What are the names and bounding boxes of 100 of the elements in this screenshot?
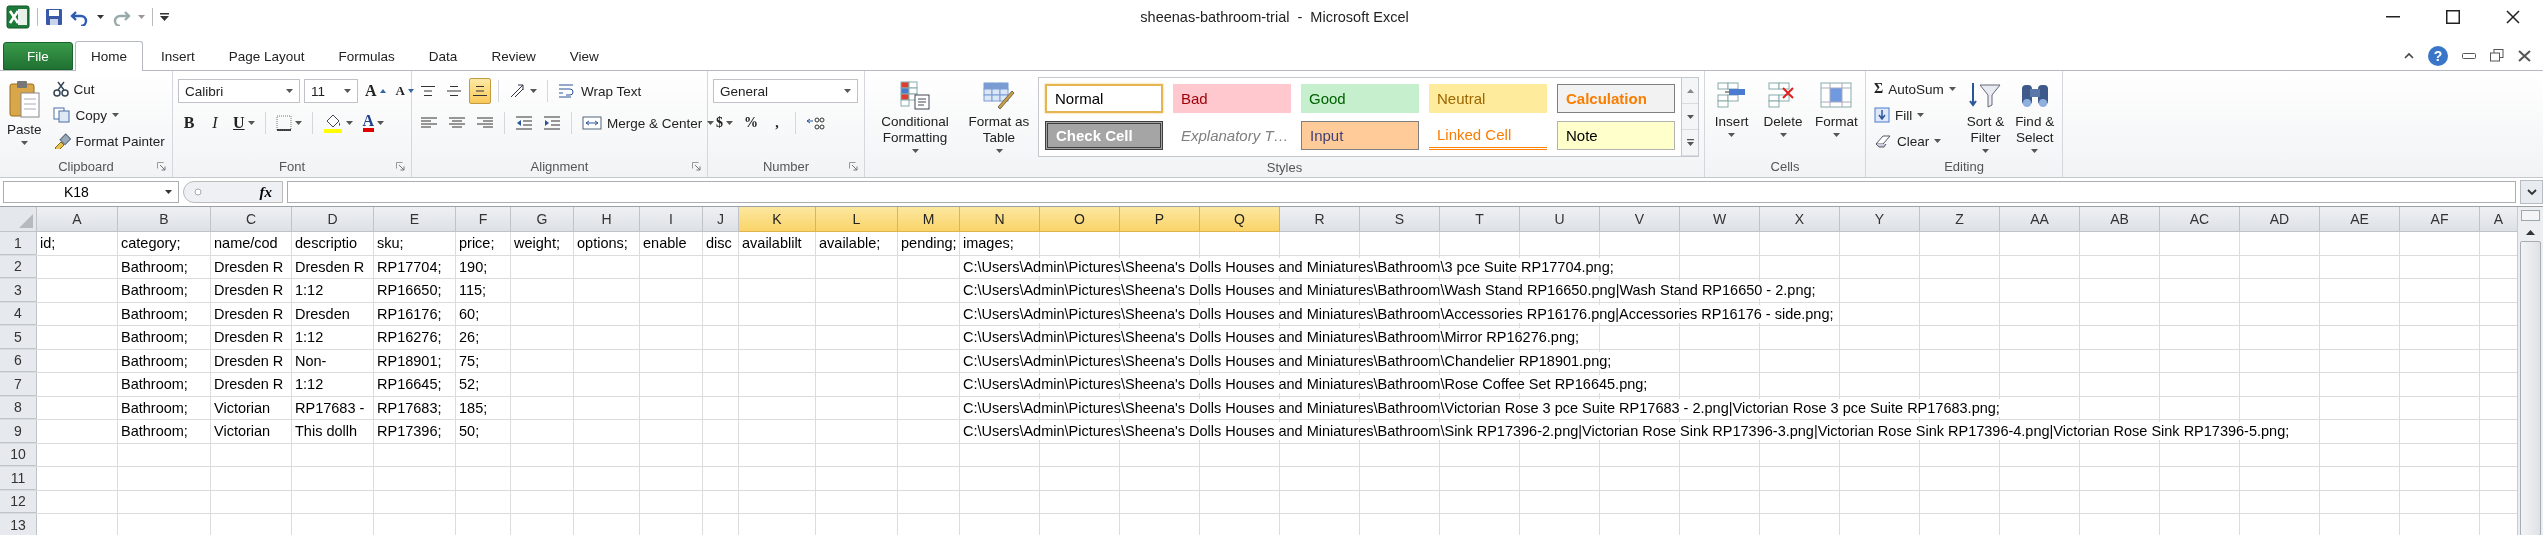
cell-style-option[interactable]: Normal: [1045, 84, 1163, 113]
column-header[interactable]: L: [816, 207, 898, 232]
close-icon: [2506, 10, 2520, 24]
clear-button[interactable]: Clear: [1871, 129, 1959, 153]
ribbon-tab[interactable]: Insert: [145, 41, 211, 70]
row-header[interactable]: 5: [0, 326, 37, 349]
caret-icon: [97, 15, 104, 19]
cell-style-option[interactable]: Good: [1301, 84, 1419, 113]
column-header[interactable]: F: [456, 207, 511, 232]
column-header[interactable]: A: [2480, 207, 2517, 232]
sort-filter-button[interactable]: Sort & Filter: [1964, 77, 2007, 155]
column-header[interactable]: X: [1760, 207, 1840, 232]
column-header[interactable]: M: [898, 207, 960, 232]
cell-style-option[interactable]: Neutral: [1429, 84, 1547, 113]
column-header[interactable]: R: [1280, 207, 1360, 232]
column-header[interactable]: J: [703, 207, 739, 232]
cell-style-option[interactable]: Bad: [1173, 84, 1291, 113]
format-painter-button[interactable]: Format Painter: [49, 129, 168, 153]
ribbon-tab[interactable]: Home: [75, 41, 143, 71]
column-header[interactable]: P: [1120, 207, 1200, 232]
font-name-dropdown[interactable]: Calibri: [178, 79, 300, 103]
underline-button[interactable]: U: [230, 110, 258, 136]
row-header[interactable]: 12: [0, 490, 37, 513]
align-bottom-button[interactable]: [469, 78, 491, 104]
row-header[interactable]: 8: [0, 396, 37, 419]
column-header[interactable]: AD: [2240, 207, 2320, 232]
down-triangle-icon: [407, 89, 414, 93]
ribbon-tab[interactable]: Formulas: [322, 41, 411, 70]
row-header[interactable]: 11: [0, 467, 37, 490]
fill-button[interactable]: Fill: [1871, 103, 1959, 127]
column-header[interactable]: W: [1680, 207, 1760, 232]
cell-style-option[interactable]: Input: [1301, 121, 1419, 150]
insert-function-button[interactable]: fx: [183, 181, 283, 203]
file-tab[interactable]: File: [3, 42, 73, 70]
insert-cells-button[interactable]: Insert: [1710, 77, 1754, 139]
comma-style-button[interactable]: ,: [766, 110, 788, 136]
row-header[interactable]: 3: [0, 279, 37, 302]
row-header[interactable]: 10: [0, 443, 37, 466]
ribbon-tab[interactable]: Review: [475, 41, 552, 70]
column-header[interactable]: T: [1440, 207, 1520, 232]
row-header[interactable]: 6: [0, 349, 37, 372]
row-header[interactable]: 1: [0, 232, 37, 255]
cell-style-option[interactable]: Explanatory T…: [1173, 121, 1291, 150]
column-header[interactable]: A: [37, 207, 118, 232]
grow-font-button[interactable]: A: [362, 78, 389, 104]
autosum-button[interactable]: Σ AutoSum: [1871, 77, 1959, 101]
paste-button[interactable]: Paste: [5, 77, 44, 147]
column-header[interactable]: Q: [1200, 207, 1280, 232]
formula-input[interactable]: [287, 181, 2516, 203]
column-header[interactable]: H: [574, 207, 640, 232]
name-box[interactable]: K18: [3, 181, 179, 203]
cut-button[interactable]: Cut: [49, 77, 168, 101]
split-handle[interactable]: [2521, 210, 2540, 221]
row-header[interactable]: 4: [0, 302, 37, 325]
currency-button[interactable]: $: [713, 110, 736, 136]
expand-formula-bar-button[interactable]: [2520, 180, 2543, 204]
format-cells-button[interactable]: Format: [1812, 77, 1860, 139]
merge-cells-icon: [582, 115, 602, 131]
row-header[interactable]: 13: [0, 514, 37, 535]
column-header[interactable]: AC: [2160, 207, 2240, 232]
italic-button[interactable]: I: [204, 110, 226, 136]
row-header[interactable]: 2: [0, 255, 37, 278]
column-header[interactable]: D: [292, 207, 374, 232]
ribbon-tab[interactable]: Page Layout: [212, 41, 321, 70]
column-header[interactable]: S: [1360, 207, 1440, 232]
column-header[interactable]: C: [211, 207, 292, 232]
find-select-button[interactable]: Find & Select: [2012, 77, 2057, 155]
column-header[interactable]: N: [960, 207, 1040, 232]
column-header[interactable]: Z: [1920, 207, 2000, 232]
shrink-font-button[interactable]: A: [392, 78, 417, 104]
conditional-formatting-button[interactable]: Conditional Formatting: [870, 77, 960, 155]
column-header[interactable]: K: [739, 207, 816, 232]
row-header[interactable]: 9: [0, 420, 37, 443]
copy-button[interactable]: Copy: [49, 103, 168, 127]
cell-style-option[interactable]: Note: [1557, 121, 1675, 150]
column-header[interactable]: V: [1600, 207, 1680, 232]
font-size-dropdown[interactable]: 11: [304, 79, 358, 103]
row-header[interactable]: 7: [0, 373, 37, 396]
percent-button[interactable]: %: [740, 110, 762, 136]
ribbon-tab[interactable]: View: [553, 41, 615, 70]
column-header[interactable]: B: [118, 207, 211, 232]
wrap-text-button[interactable]: Wrap Text: [555, 79, 645, 103]
format-as-table-button[interactable]: Format as Table: [964, 77, 1034, 155]
ribbon-tab[interactable]: Data: [412, 41, 474, 70]
number-format-dropdown[interactable]: General: [713, 79, 858, 103]
column-header[interactable]: I: [640, 207, 703, 232]
column-header[interactable]: G: [511, 207, 574, 232]
delete-cells-button[interactable]: Delete: [1759, 77, 1807, 139]
column-header[interactable]: E: [374, 207, 456, 232]
column-header[interactable]: AA: [2000, 207, 2080, 232]
font-color-button[interactable]: A: [359, 110, 388, 136]
column-header[interactable]: AB: [2080, 207, 2160, 232]
column-header[interactable]: U: [1520, 207, 1600, 232]
bold-button[interactable]: B: [178, 110, 200, 136]
column-header[interactable]: O: [1040, 207, 1120, 232]
column-header[interactable]: AF: [2400, 207, 2480, 232]
column-header[interactable]: AE: [2320, 207, 2400, 232]
column-header[interactable]: Y: [1840, 207, 1920, 232]
help-button[interactable]: ?: [2428, 45, 2448, 66]
scrollbar-thumb[interactable]: [2520, 241, 2541, 535]
